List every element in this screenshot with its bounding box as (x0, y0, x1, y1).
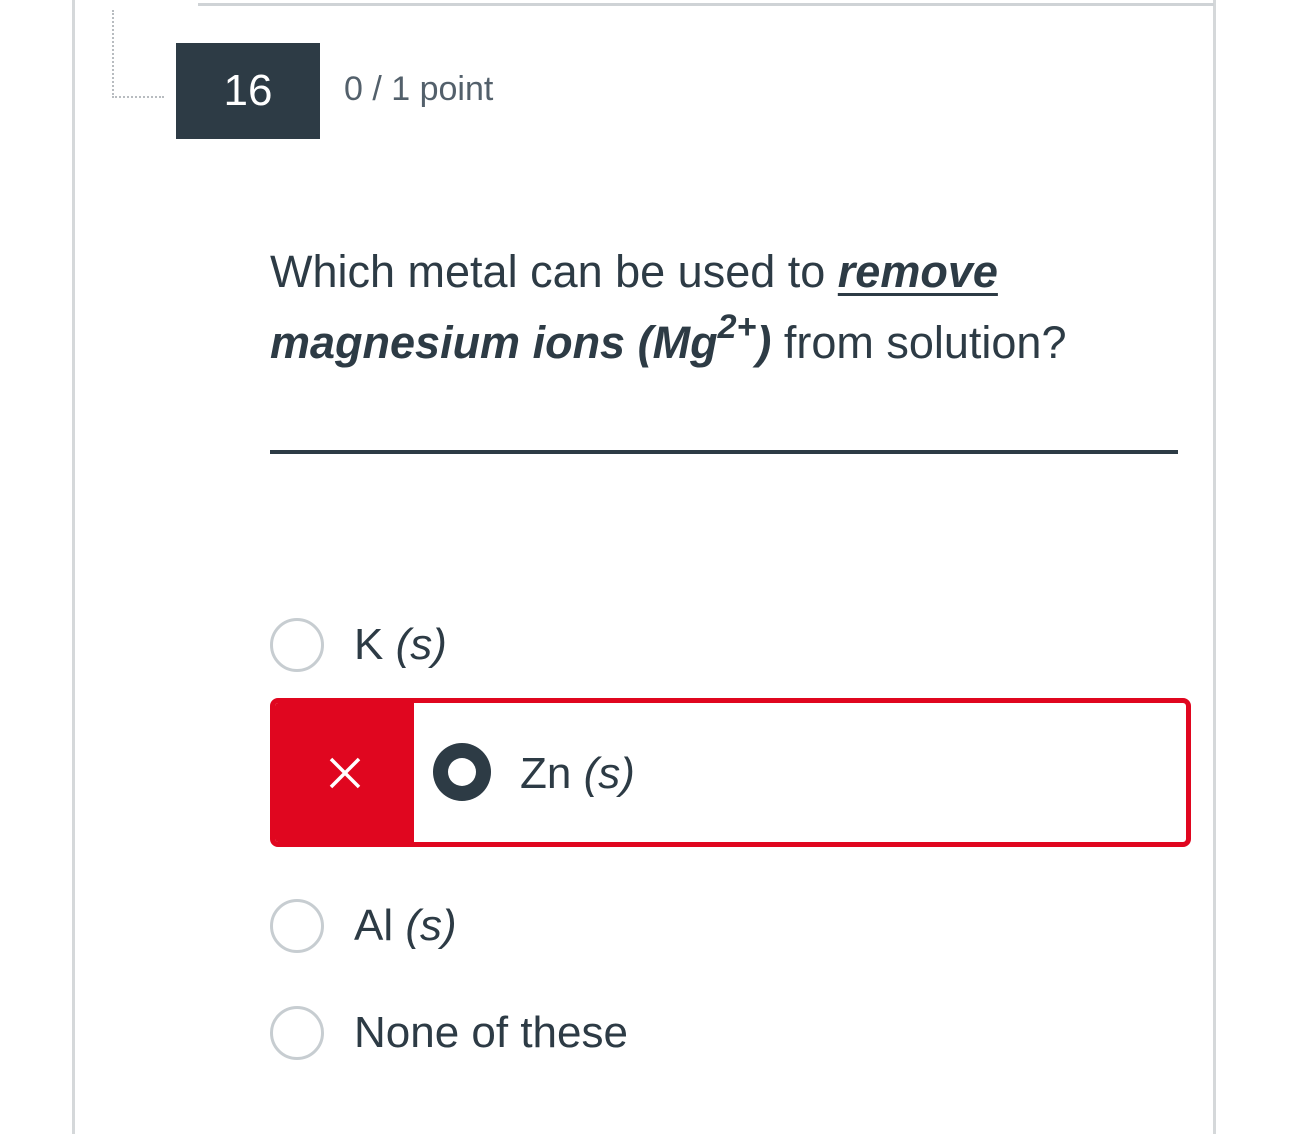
option-state: (s) (405, 901, 457, 950)
question-frame (72, 0, 1216, 1134)
radio-button[interactable] (270, 618, 324, 672)
option-element: Zn (520, 749, 572, 798)
question-emphasis-remove: remove (837, 246, 998, 297)
radio-button[interactable] (270, 899, 324, 953)
question-superscript: 2+ (717, 308, 757, 346)
question-divider (270, 450, 1178, 454)
option-label: Al (s) (354, 901, 457, 951)
option-label: None of these (354, 1008, 628, 1057)
question-text: Which metal can be used to remove magnesi… (270, 236, 1190, 378)
question-formula-open: (Mg (637, 317, 718, 368)
option-element: Al (354, 901, 394, 950)
question-connector (112, 10, 164, 98)
question-emphasis-ions: magnesium ions (Mg2+) (270, 310, 772, 368)
question-number: 16 (176, 43, 320, 139)
option-label: K (s) (354, 620, 447, 670)
question-emphasis-magnesium: magnesium ions (270, 317, 626, 368)
question-formula-close: ) (756, 317, 772, 368)
question-text-part1: Which metal can be used to (270, 246, 838, 297)
option-state: (s) (395, 620, 447, 669)
option-label: Zn (s) (520, 749, 635, 799)
option-element: K (354, 620, 384, 669)
radio-button-selected[interactable] (433, 743, 491, 801)
question-text-part2: from solution? (771, 317, 1067, 368)
incorrect-flag (275, 703, 414, 842)
answer-option-none[interactable]: None of these (270, 1006, 628, 1060)
top-divider (198, 3, 1214, 6)
radio-button[interactable] (270, 1006, 324, 1060)
option-state: (s) (583, 749, 635, 798)
radio-dot (448, 758, 476, 786)
answer-option-k[interactable]: K (s) (270, 618, 447, 672)
answer-option-al[interactable]: Al (s) (270, 899, 457, 953)
quiz-page: 16 0 / 1 point Which metal can be used t… (0, 0, 1290, 1134)
answer-option-zn[interactable]: Zn (s) (270, 698, 1191, 847)
question-points: 0 / 1 point (344, 70, 494, 108)
close-icon (329, 757, 360, 788)
